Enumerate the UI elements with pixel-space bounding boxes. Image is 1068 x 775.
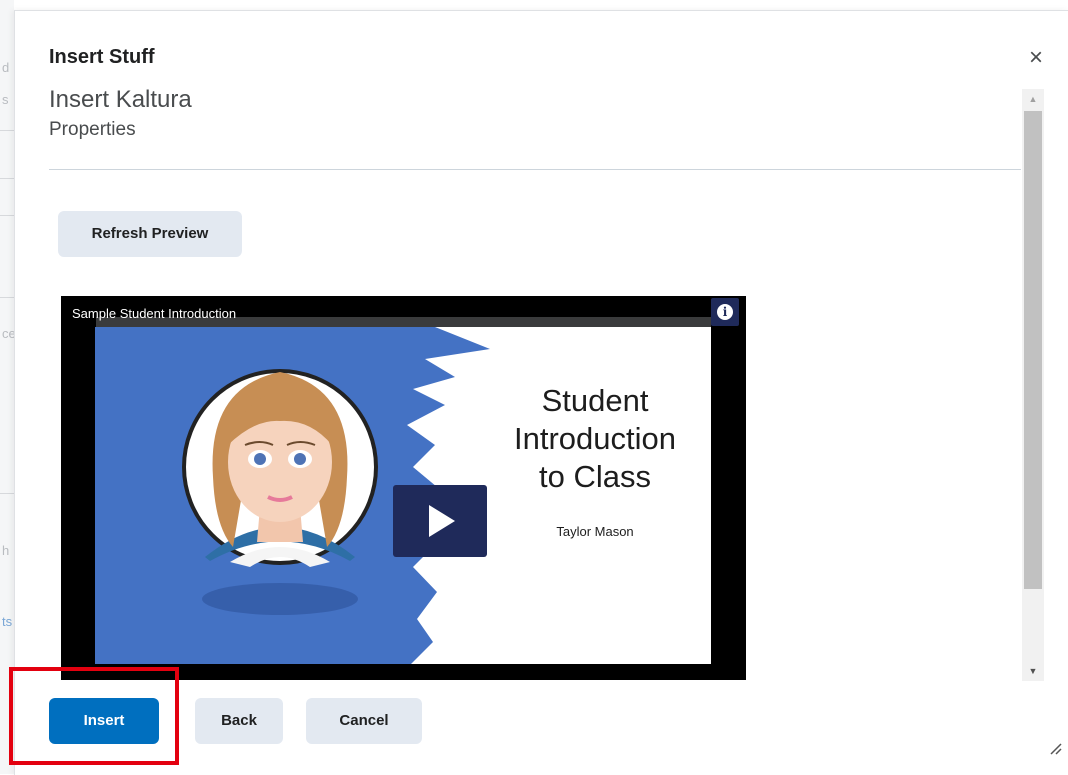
header-divider [49, 169, 1021, 170]
scrollbar-thumb[interactable] [1024, 111, 1042, 589]
background-text: s [2, 92, 9, 107]
section-label: Properties [49, 119, 136, 140]
dialog-title: Insert Stuff [49, 46, 155, 68]
video-preview[interactable]: Student Introduction to Class Taylor Mason… [61, 296, 746, 680]
video-thumbnail: Student Introduction to Class Taylor Mason [95, 327, 711, 664]
play-icon[interactable] [393, 485, 487, 557]
background-text: h [2, 543, 10, 558]
arrow-down-icon[interactable]: ▼ [1022, 661, 1044, 681]
video-title: Sample Student Introduction [72, 306, 237, 321]
close-icon[interactable]: × [1025, 45, 1047, 71]
resize-handle-icon[interactable] [1045, 738, 1063, 756]
background-divider [0, 493, 14, 494]
background-divider [0, 297, 14, 298]
background-page: d s ce h ts [0, 0, 16, 774]
cancel-button[interactable]: Cancel [306, 698, 422, 744]
info-icon[interactable]: i [711, 298, 739, 326]
insert-stuff-dialog: Insert Stuff × Insert Kaltura Properties… [14, 10, 1068, 775]
background-divider [0, 130, 14, 131]
background-text: ts [2, 614, 13, 629]
dialog-scrollbar[interactable]: ▲ ▼ [1022, 89, 1044, 681]
slide-heading: Student Introduction to Class [514, 383, 676, 494]
highlight-annotation [9, 667, 179, 765]
background-text: d [2, 60, 10, 75]
dialog-subtitle: Insert Kaltura [49, 86, 192, 113]
background-divider [0, 215, 14, 216]
back-button[interactable]: Back [195, 698, 283, 744]
refresh-preview-button[interactable]: Refresh Preview [58, 211, 242, 257]
slide-presenter-name: Taylor Mason [556, 524, 634, 539]
background-divider [0, 178, 14, 179]
arrow-up-icon[interactable]: ▲ [1022, 89, 1044, 109]
